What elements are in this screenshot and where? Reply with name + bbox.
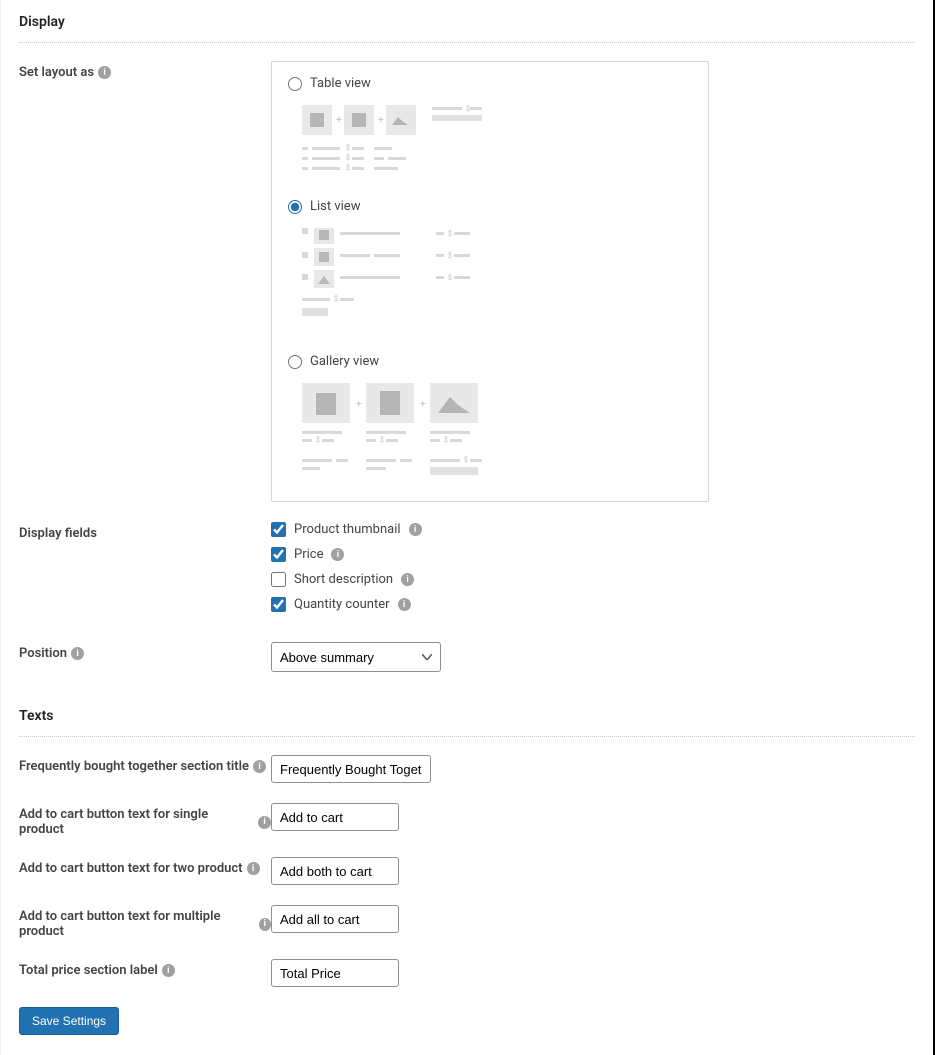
- info-icon[interactable]: i: [71, 647, 84, 660]
- save-settings-button[interactable]: Save Settings: [19, 1007, 119, 1035]
- info-icon[interactable]: i: [401, 573, 414, 586]
- svg-text:$: $: [346, 154, 350, 162]
- gallery-view-preview: + + $ $ $: [288, 377, 692, 487]
- texts-section-header: Texts: [19, 704, 915, 737]
- svg-text:$: $: [346, 144, 350, 152]
- multi-text-input[interactable]: [271, 905, 399, 933]
- info-icon[interactable]: i: [162, 964, 175, 977]
- position-select[interactable]: Above summary: [271, 642, 441, 672]
- checkbox-quantity-label: Quantity counter: [294, 597, 390, 612]
- radio-table-input[interactable]: [288, 77, 302, 91]
- info-icon[interactable]: i: [331, 548, 344, 561]
- svg-text:$: $: [448, 252, 452, 260]
- radio-gallery-label: Gallery view: [310, 354, 379, 369]
- svg-text:$: $: [448, 230, 452, 238]
- svg-text:$: $: [448, 274, 452, 282]
- list-view-preview: $ $ $ $: [288, 222, 692, 354]
- position-label: Position i: [19, 642, 271, 661]
- svg-text:$: $: [346, 164, 350, 172]
- svg-text:$: $: [316, 436, 320, 444]
- checkbox-short-desc-input[interactable]: [271, 572, 286, 587]
- display-section-header: Display: [19, 10, 915, 43]
- info-icon[interactable]: i: [98, 66, 111, 79]
- radio-list-view[interactable]: List view: [288, 199, 692, 214]
- multi-text-control: [271, 905, 709, 933]
- radio-table-label: Table view: [310, 76, 371, 91]
- two-text-label-text: Add to cart button text for two product: [19, 861, 243, 876]
- info-icon[interactable]: i: [398, 598, 411, 611]
- svg-text:$: $: [466, 105, 470, 113]
- checkbox-quantity[interactable]: Quantity counter i: [271, 597, 709, 612]
- info-icon[interactable]: i: [409, 523, 422, 536]
- info-icon[interactable]: i: [253, 760, 266, 773]
- total-label-row: Total price section label i: [19, 959, 915, 987]
- svg-text:$: $: [380, 436, 384, 444]
- two-text-label: Add to cart button text for two product …: [19, 857, 271, 876]
- svg-text:$: $: [334, 295, 338, 303]
- checkbox-price[interactable]: Price i: [271, 547, 709, 562]
- two-text-row: Add to cart button text for two product …: [19, 857, 915, 885]
- multi-text-label-text: Add to cart button text for multiple pro…: [19, 909, 255, 939]
- svg-text:+: +: [378, 115, 384, 126]
- multi-text-label: Add to cart button text for multiple pro…: [19, 905, 271, 939]
- radio-gallery-view[interactable]: Gallery view: [288, 354, 692, 369]
- single-text-control: [271, 803, 709, 831]
- checkbox-short-desc-label: Short description: [294, 572, 393, 587]
- total-label-label: Total price section label i: [19, 959, 271, 978]
- checkbox-quantity-input[interactable]: [271, 597, 286, 612]
- svg-text:+: +: [336, 115, 342, 126]
- fbt-title-label-text: Frequently bought together section title: [19, 759, 249, 774]
- table-view-preview: + + $ $ $: [288, 99, 692, 199]
- svg-text:+: +: [356, 399, 362, 410]
- svg-text:+: +: [420, 399, 426, 410]
- checkbox-short-desc[interactable]: Short description i: [271, 572, 709, 587]
- info-icon[interactable]: i: [258, 816, 271, 829]
- radio-list-input[interactable]: [288, 200, 302, 214]
- fbt-title-label: Frequently bought together section title…: [19, 755, 271, 774]
- info-icon[interactable]: i: [259, 918, 271, 931]
- display-fields-label-text: Display fields: [19, 526, 97, 541]
- radio-list-label: List view: [310, 199, 360, 214]
- checkbox-price-label: Price: [294, 547, 323, 562]
- total-label-input[interactable]: [271, 959, 399, 987]
- radio-gallery-input[interactable]: [288, 355, 302, 369]
- layout-row: Set layout as i Table view + + $: [19, 61, 915, 502]
- display-fields-row: Display fields Product thumbnail i Price…: [19, 522, 915, 622]
- position-label-text: Position: [19, 646, 67, 661]
- two-text-control: [271, 857, 709, 885]
- layout-label: Set layout as i: [19, 61, 271, 80]
- total-label-control: [271, 959, 709, 987]
- radio-table-view[interactable]: Table view: [288, 76, 692, 91]
- display-fields-label: Display fields: [19, 522, 271, 541]
- checkbox-thumbnail-input[interactable]: [271, 522, 286, 537]
- position-row: Position i Above summary: [19, 642, 915, 672]
- info-icon[interactable]: i: [247, 862, 260, 875]
- checkbox-thumbnail-label: Product thumbnail: [294, 522, 401, 537]
- svg-text:$: $: [444, 436, 448, 444]
- display-fields-control: Product thumbnail i Price i Short descri…: [271, 522, 709, 622]
- single-text-label: Add to cart button text for single produ…: [19, 803, 271, 837]
- fbt-title-control: [271, 755, 709, 783]
- fbt-title-input[interactable]: [271, 755, 431, 783]
- layout-options-box: Table view + + $: [271, 61, 709, 502]
- multi-text-row: Add to cart button text for multiple pro…: [19, 905, 915, 939]
- single-text-row: Add to cart button text for single produ…: [19, 803, 915, 837]
- single-text-label-text: Add to cart button text for single produ…: [19, 807, 254, 837]
- single-text-input[interactable]: [271, 803, 399, 831]
- fbt-title-row: Frequently bought together section title…: [19, 755, 915, 783]
- checkbox-price-input[interactable]: [271, 547, 286, 562]
- checkbox-thumbnail[interactable]: Product thumbnail i: [271, 522, 709, 537]
- two-text-input[interactable]: [271, 857, 399, 885]
- total-label-text: Total price section label: [19, 963, 158, 978]
- svg-text:$: $: [464, 456, 468, 464]
- layout-label-text: Set layout as: [19, 65, 94, 80]
- position-control: Above summary: [271, 642, 709, 672]
